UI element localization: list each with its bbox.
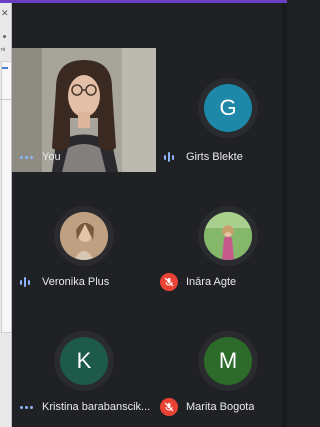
- participant-veronika-label: Veronika Plus: [20, 274, 150, 290]
- participant-inara-label: Ināra Agte: [160, 273, 280, 291]
- avatar-kristina: K: [60, 337, 108, 385]
- window-text-fragment: ni: [1, 47, 5, 53]
- participant-marita-label: Marita Bogota: [160, 398, 280, 416]
- avatar-inara: [204, 212, 252, 260]
- more-dots-icon[interactable]: [20, 405, 34, 409]
- scrollbar-track[interactable]: [282, 3, 287, 427]
- participant-kristina-label: Kristina barabanscik...: [20, 399, 156, 415]
- inara-photo: [204, 212, 252, 260]
- participant-you-label: You: [20, 149, 150, 165]
- veronika-photo: [60, 212, 108, 260]
- audio-bars-icon: [20, 276, 34, 288]
- window-bullet-icon: [3, 35, 6, 38]
- avatar-girts: G: [204, 84, 252, 132]
- avatar-veronika: [60, 212, 108, 260]
- mic-off-icon: [160, 273, 178, 291]
- window-link[interactable]: [2, 67, 8, 69]
- participant-girts-label: Girts Blekte: [164, 149, 279, 165]
- avatar-marita: M: [204, 337, 252, 385]
- window-divider: [0, 99, 11, 100]
- window-panel: [1, 61, 11, 333]
- audio-bars-icon: [164, 151, 178, 163]
- mic-off-icon: [160, 398, 178, 416]
- close-icon[interactable]: ✕: [1, 9, 9, 18]
- background-window[interactable]: ✕ ni: [0, 3, 12, 427]
- top-accent-bar: [0, 0, 287, 3]
- more-dots-icon[interactable]: [20, 155, 34, 159]
